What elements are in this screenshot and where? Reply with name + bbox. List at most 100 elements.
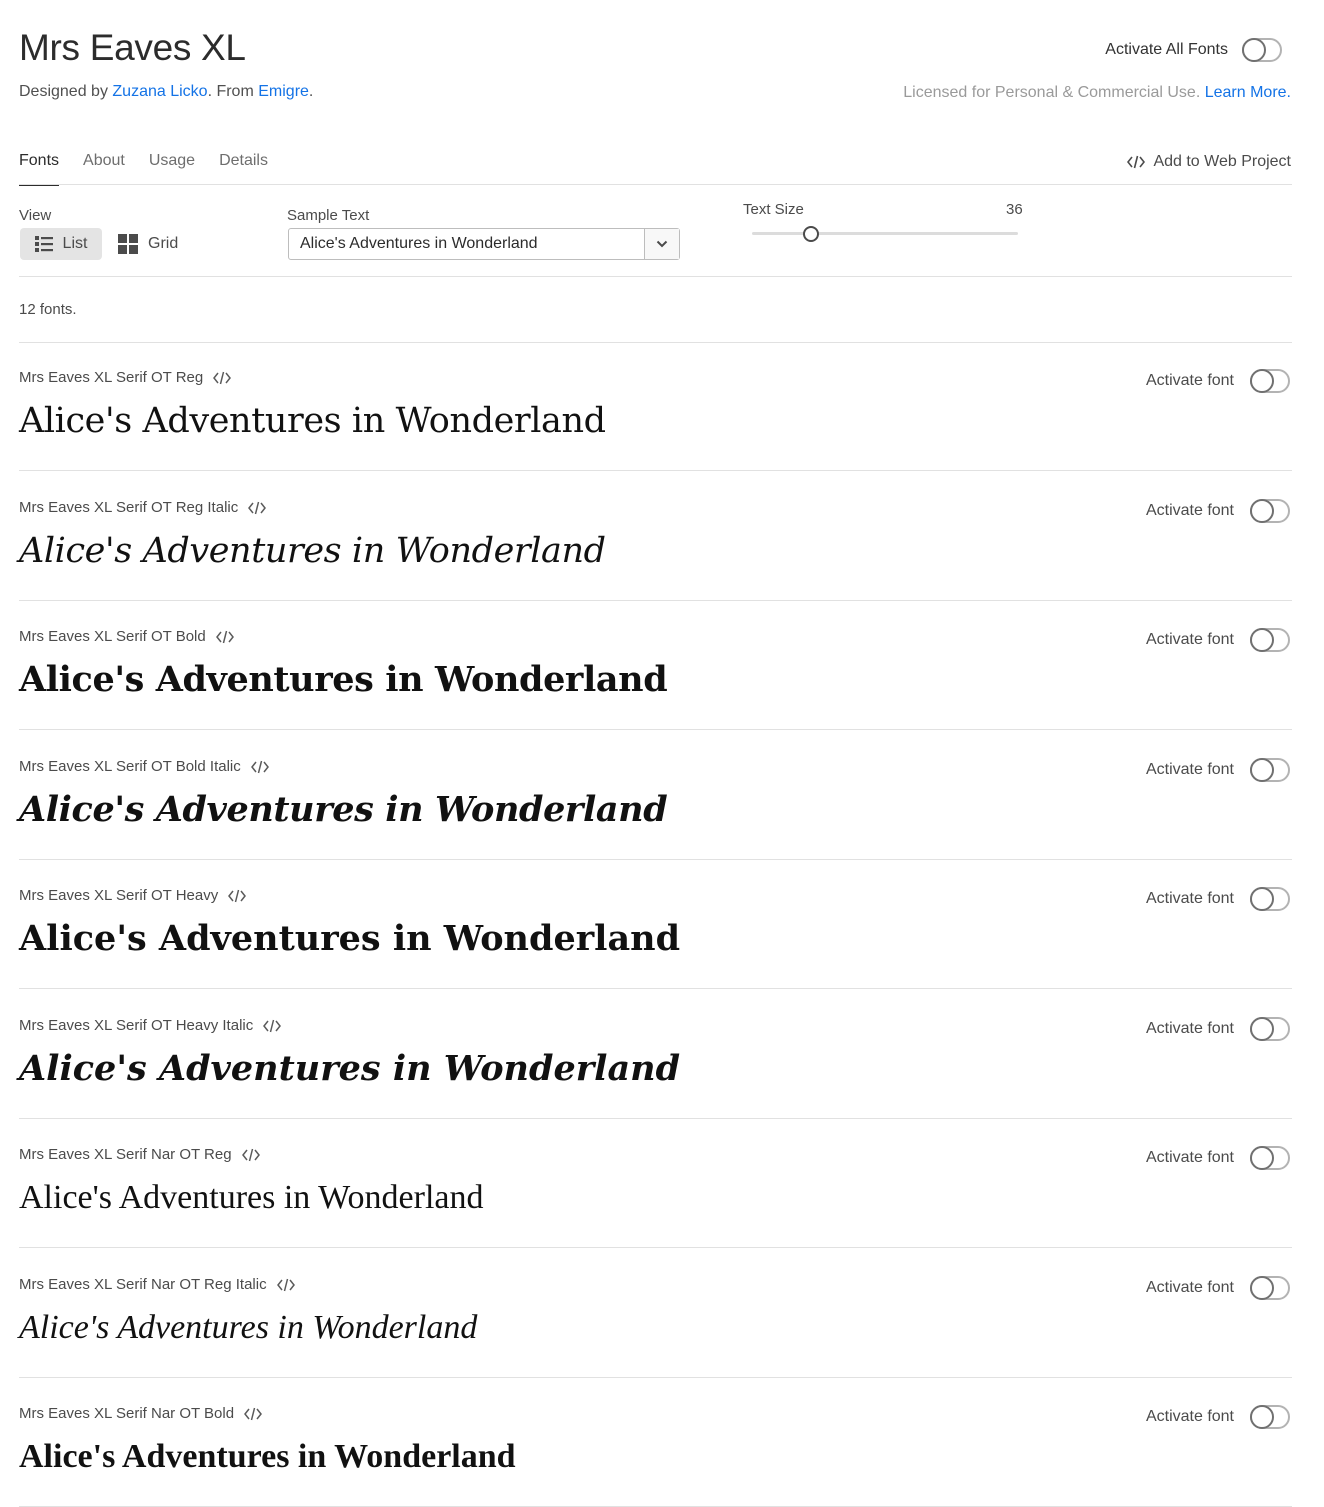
activate-font-toggle[interactable] <box>1250 1276 1290 1300</box>
sample-text-select[interactable]: Alice's Adventures in Wonderland <box>288 228 680 260</box>
license-text: Licensed for Personal & Commercial Use. <box>903 84 1201 101</box>
code-brackets-icon[interactable] <box>215 630 234 644</box>
code-brackets-icon[interactable] <box>248 501 267 515</box>
row-divider <box>19 600 1292 601</box>
font-row-2: Mrs Eaves XL Serif OT Reg Italic Alice's… <box>19 473 1292 601</box>
font-name-line: Mrs Eaves XL Serif OT Heavy <box>19 887 247 904</box>
tab-usage[interactable]: Usage <box>149 150 195 186</box>
activate-font-label: Activate font <box>1145 372 1234 389</box>
font-name-line: Mrs Eaves XL Serif OT Bold <box>19 628 234 645</box>
font-sample: Alice's Adventures in Wonderland <box>19 531 606 571</box>
activate-font-label: Activate font <box>1145 631 1234 648</box>
text-size-value: 36 <box>1006 201 1023 218</box>
row-divider <box>19 988 1292 989</box>
font-sample: Alice's Adventures in Wonderland <box>19 1309 478 1346</box>
font-name: Mrs Eaves XL Serif OT Heavy Italic <box>19 1017 254 1034</box>
family-title: Mrs Eaves XL <box>19 27 246 68</box>
activate-font-toggle[interactable] <box>1250 1405 1290 1429</box>
sample-text-label: Sample Text <box>287 207 370 224</box>
tab-fonts[interactable]: Fonts <box>19 150 60 186</box>
text-size-slider-track[interactable] <box>752 232 1018 235</box>
text-size-slider-thumb[interactable] <box>802 226 819 242</box>
text-size-label: Text Size <box>743 201 804 218</box>
font-row-1: Mrs Eaves XL Serif OT Reg Alice's Advent… <box>19 343 1292 471</box>
view-grid-button[interactable]: Grid <box>118 228 178 260</box>
activate-font-control: Activate font <box>1146 499 1290 523</box>
chevron-down-icon <box>656 240 668 248</box>
view-label: View <box>19 207 52 224</box>
font-name-line: Mrs Eaves XL Serif OT Reg Italic <box>19 499 267 516</box>
grid-icon <box>118 234 138 254</box>
activate-font-toggle[interactable] <box>1250 1017 1290 1041</box>
add-to-web-project-label: Add to Web Project <box>1153 153 1291 170</box>
activate-font-control: Activate font <box>1146 628 1290 652</box>
font-name: Mrs Eaves XL Serif OT Bold Italic <box>19 758 241 775</box>
learn-more-link[interactable]: Learn More. <box>1205 84 1291 101</box>
code-brackets-icon[interactable] <box>213 371 232 385</box>
activate-font-control: Activate font <box>1146 1017 1290 1041</box>
code-brackets-icon[interactable] <box>228 889 247 903</box>
activate-font-control: Activate font <box>1146 758 1290 782</box>
code-brackets-icon[interactable] <box>250 760 269 774</box>
font-row-3: Mrs Eaves XL Serif OT Bold Alice's Adven… <box>19 602 1292 730</box>
view-grid-label: Grid <box>148 235 179 252</box>
font-name: Mrs Eaves XL Serif OT Heavy <box>19 887 219 904</box>
font-row-6: Mrs Eaves XL Serif OT Heavy Italic Alice… <box>19 991 1292 1119</box>
row-divider <box>19 859 1292 860</box>
row-divider <box>19 470 1292 471</box>
toggle-knob <box>1250 887 1274 911</box>
activate-font-label: Activate font <box>1145 1408 1234 1425</box>
font-sample: Alice's Adventures in Wonderland <box>19 401 606 441</box>
activate-font-toggle[interactable] <box>1250 369 1290 393</box>
activate-font-toggle[interactable] <box>1250 1146 1290 1170</box>
code-brackets-icon[interactable] <box>276 1278 295 1292</box>
font-name: Mrs Eaves XL Serif Nar OT Bold <box>19 1405 235 1422</box>
font-name-line: Mrs Eaves XL Serif OT Heavy Italic <box>19 1017 282 1034</box>
activate-font-label: Activate font <box>1145 1020 1234 1037</box>
activate-font-toggle[interactable] <box>1250 758 1290 782</box>
row-divider <box>19 1118 1292 1119</box>
activate-font-label: Activate font <box>1145 761 1234 778</box>
row-divider <box>19 729 1292 730</box>
activate-font-label: Activate font <box>1145 890 1234 907</box>
font-count: 12 fonts. <box>19 301 77 318</box>
activate-font-control: Activate font <box>1146 1276 1290 1300</box>
tab-details[interactable]: Details <box>219 150 268 186</box>
row-divider <box>19 1247 1292 1248</box>
controls-divider <box>19 276 1292 277</box>
activate-all-toggle[interactable] <box>1242 38 1282 62</box>
font-name: Mrs Eaves XL Serif OT Bold <box>19 628 206 645</box>
code-brackets-icon[interactable] <box>263 1019 282 1033</box>
font-name: Mrs Eaves XL Serif Nar OT Reg Italic <box>19 1276 267 1293</box>
font-sample: Alice's Adventures in Wonderland <box>19 1179 484 1216</box>
designer-link[interactable]: Zuzana Licko <box>112 83 207 100</box>
code-brackets-icon <box>1127 155 1146 169</box>
font-row-8: Mrs Eaves XL Serif Nar OT Reg Italic Ali… <box>19 1250 1292 1378</box>
activate-font-toggle[interactable] <box>1250 887 1290 911</box>
foundry-link[interactable]: Emigre <box>258 83 309 100</box>
tab-about[interactable]: About <box>83 150 125 186</box>
code-brackets-icon[interactable] <box>241 1148 260 1162</box>
view-list-button[interactable]: List <box>20 228 102 260</box>
sample-text-dropdown-button[interactable] <box>644 229 679 259</box>
font-name: Mrs Eaves XL Serif OT Reg Italic <box>19 499 239 516</box>
sample-text-value: Alice's Adventures in Wonderland <box>300 235 538 252</box>
font-name-line: Mrs Eaves XL Serif Nar OT Reg Italic <box>19 1276 295 1293</box>
font-row-9: Mrs Eaves XL Serif Nar OT Bold Alice's A… <box>19 1379 1292 1507</box>
tab-bar: Fonts About Usage Details <box>19 150 268 186</box>
activate-font-toggle[interactable] <box>1250 499 1290 523</box>
code-brackets-icon[interactable] <box>244 1407 263 1421</box>
activate-font-label: Activate font <box>1145 1149 1234 1166</box>
activate-font-toggle[interactable] <box>1250 628 1290 652</box>
font-row-4: Mrs Eaves XL Serif OT Bold Italic Alice'… <box>19 732 1292 860</box>
font-sample: Alice's Adventures in Wonderland <box>19 1048 681 1089</box>
font-name-line: Mrs Eaves XL Serif OT Reg <box>19 369 232 386</box>
toggle-knob <box>1250 369 1274 393</box>
font-name: Mrs Eaves XL Serif Nar OT Reg <box>19 1146 232 1163</box>
add-to-web-project-button[interactable]: Add to Web Project <box>1127 153 1291 171</box>
font-sample: Alice's Adventures in Wonderland <box>19 918 681 959</box>
row-divider <box>19 1377 1292 1378</box>
activate-font-label: Activate font <box>1145 502 1234 519</box>
activate-font-control: Activate font <box>1146 887 1290 911</box>
from-suffix: . <box>308 83 314 100</box>
